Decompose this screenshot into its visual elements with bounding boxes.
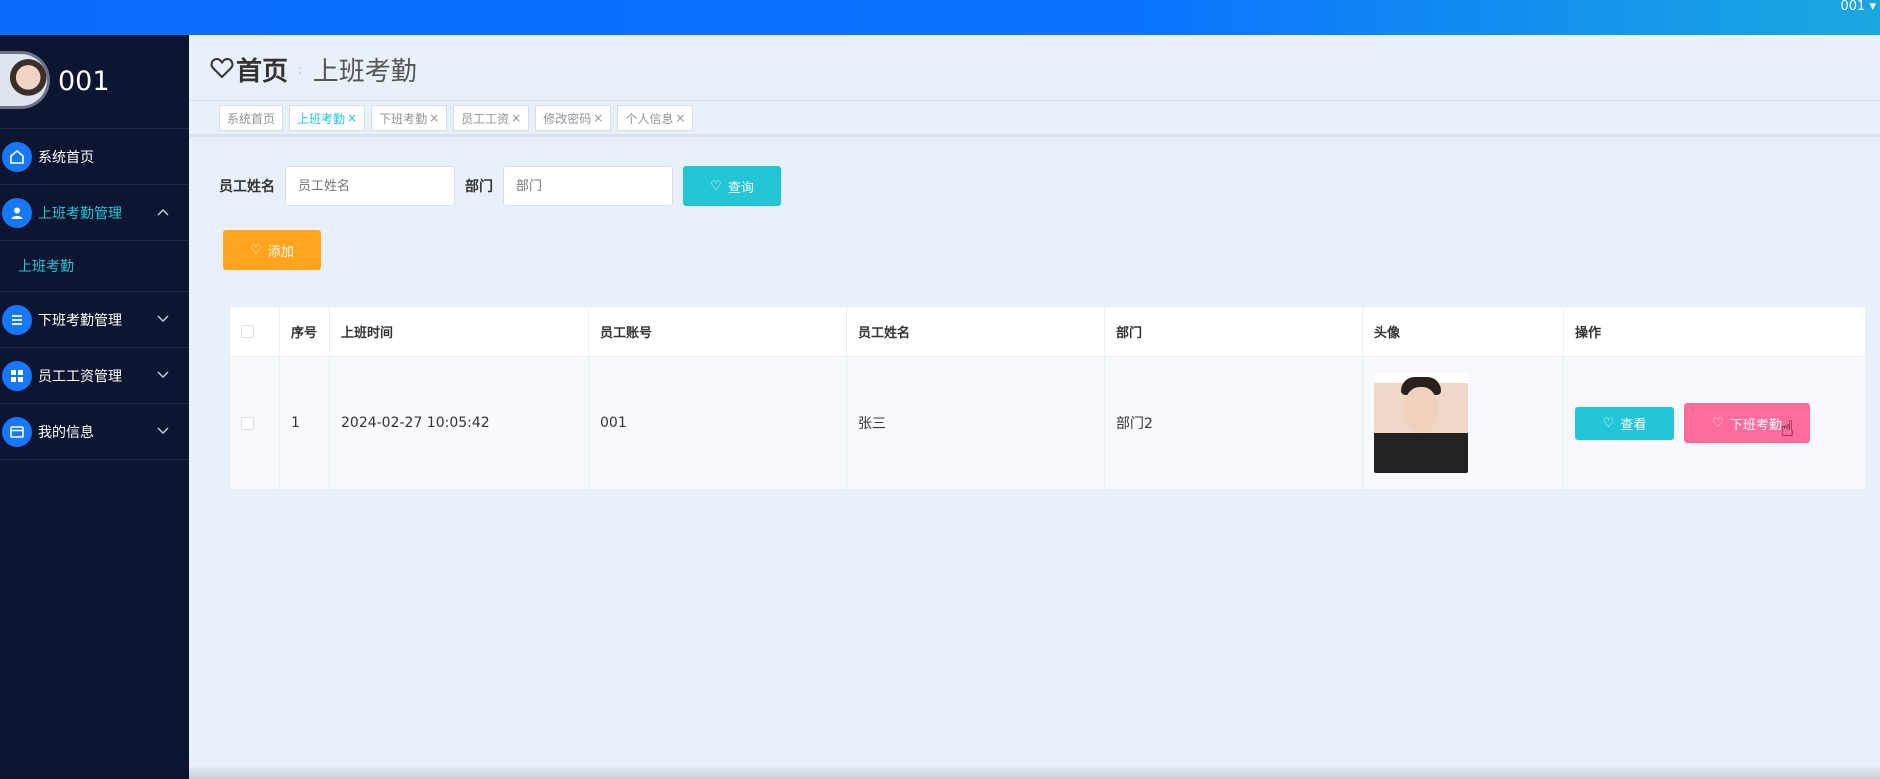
close-icon[interactable]: × bbox=[675, 111, 685, 125]
close-icon[interactable]: × bbox=[429, 111, 439, 125]
sidebar: 001 系统首页 上班考勤管理 上班考勤 下班考勤管理 员工工资管理 我的信息 bbox=[0, 35, 189, 779]
tab-checkin[interactable]: 上班考勤 × bbox=[289, 105, 366, 131]
breadcrumb: 首页 : 上班考勤 bbox=[210, 51, 417, 88]
query-button[interactable]: ♡ 查询 bbox=[683, 166, 781, 206]
employee-account: 001 bbox=[589, 357, 847, 489]
sidebar-item-home[interactable]: 系统首页 bbox=[0, 129, 189, 185]
tab-label: 上班考勤 bbox=[297, 111, 346, 126]
row-select-cell bbox=[230, 357, 280, 489]
table-header: 序号 上班时间 员工账号 员工姓名 部门 头像 操作 bbox=[230, 307, 1865, 357]
close-icon[interactable]: × bbox=[511, 111, 521, 125]
list-icon bbox=[2, 304, 32, 335]
close-icon[interactable]: × bbox=[347, 111, 357, 125]
tab-personal-info[interactable]: 个人信息 × bbox=[617, 105, 694, 131]
photo-face bbox=[1404, 387, 1438, 433]
view-button[interactable]: ♡ 查看 bbox=[1575, 406, 1674, 440]
query-button-label: 查询 bbox=[727, 180, 754, 196]
breadcrumb-current: 上班考勤 bbox=[312, 57, 417, 87]
heart-icon bbox=[210, 57, 234, 83]
add-button-label: 添加 bbox=[267, 244, 294, 260]
heart-icon: ♡ bbox=[1712, 415, 1724, 431]
tab-label: 员工工资 bbox=[461, 111, 510, 126]
sidebar-item-salary-management[interactable]: 员工工资管理 bbox=[0, 348, 189, 404]
search-form: 员工姓名 部门 ♡ 查询 bbox=[219, 166, 781, 206]
chevron-down-icon bbox=[157, 424, 169, 438]
sidebar-subitem-checkin[interactable]: 上班考勤 bbox=[0, 241, 189, 292]
main-content: 首页 : 上班考勤 系统首页 上班考勤 × 下班考勤 × 员工工资 × 修改密码 × 个… bbox=[189, 35, 1880, 779]
profile-name: 001 bbox=[58, 66, 110, 97]
checkout-button-label: 下班考勤 bbox=[1729, 417, 1782, 433]
table-row: 1 2024-02-27 10:05:42 001 张三 部门2 ♡ 查看 ♡ … bbox=[230, 357, 1865, 489]
tab-label: 系统首页 bbox=[227, 111, 276, 126]
hand-cursor-icon: ☝ bbox=[1780, 417, 1794, 442]
department: 部门2 bbox=[1105, 357, 1363, 489]
actions-cell: ♡ 查看 ♡ 下班考勤 ☝ bbox=[1564, 357, 1865, 489]
row-checkbox[interactable] bbox=[241, 416, 254, 430]
user-icon bbox=[2, 197, 32, 228]
grid-icon bbox=[2, 360, 32, 391]
sidebar-item-label: 员工工资管理 bbox=[38, 368, 122, 385]
sidebar-item-my-info[interactable]: 我的信息 bbox=[0, 404, 189, 460]
header-cell: 头像 bbox=[1363, 307, 1564, 356]
header-cell: 员工账号 bbox=[589, 307, 847, 356]
sidebar-item-checkin-management[interactable]: 上班考勤管理 bbox=[0, 185, 189, 241]
tab-label: 下班考勤 bbox=[379, 111, 428, 126]
select-all-cell bbox=[230, 307, 280, 356]
row-index: 1 bbox=[280, 357, 330, 489]
card-icon bbox=[2, 416, 32, 447]
header-cell: 部门 bbox=[1105, 307, 1363, 356]
tab-system-home[interactable]: 系统首页 bbox=[219, 105, 284, 131]
header-cell: 序号 bbox=[280, 307, 330, 356]
tab-salary[interactable]: 员工工资 × bbox=[453, 105, 530, 131]
avatar-cell bbox=[1363, 357, 1564, 489]
chevron-up-icon bbox=[157, 205, 169, 219]
tab-label: 修改密码 bbox=[543, 111, 592, 126]
employee-name: 张三 bbox=[847, 357, 1105, 489]
department-label: 部门 bbox=[465, 179, 493, 195]
sidebar-item-label: 系统首页 bbox=[38, 149, 94, 166]
divider bbox=[189, 134, 1880, 137]
heart-icon: ♡ bbox=[710, 178, 722, 194]
tab-label: 个人信息 bbox=[625, 111, 674, 126]
employee-photo bbox=[1374, 373, 1468, 473]
heart-icon: ♡ bbox=[1602, 415, 1615, 431]
employee-name-label: 员工姓名 bbox=[219, 179, 275, 195]
chevron-down-icon bbox=[157, 368, 169, 382]
sidebar-item-label: 上班考勤管理 bbox=[38, 205, 122, 222]
top-bar: 001 ▾ bbox=[0, 0, 1880, 35]
bottom-edge bbox=[189, 765, 1880, 779]
divider bbox=[189, 100, 1880, 101]
tab-change-password[interactable]: 修改密码 × bbox=[535, 105, 612, 131]
header-cell: 上班时间 bbox=[330, 307, 589, 356]
breadcrumb-home[interactable]: 首页 bbox=[236, 51, 288, 88]
tab-checkout[interactable]: 下班考勤 × bbox=[371, 105, 448, 131]
add-button[interactable]: ♡ 添加 bbox=[223, 230, 321, 270]
sidebar-item-label: 下班考勤管理 bbox=[38, 312, 122, 329]
checkout-button[interactable]: ♡ 下班考勤 ☝ bbox=[1684, 403, 1810, 443]
data-table: 序号 上班时间 员工账号 员工姓名 部门 头像 操作 1 2024-02-27 … bbox=[229, 306, 1866, 490]
header-cell: 操作 bbox=[1575, 326, 1602, 341]
heart-icon: ♡ bbox=[250, 242, 262, 258]
user-menu[interactable]: 001 ▾ bbox=[1841, 0, 1876, 14]
close-icon[interactable]: × bbox=[593, 111, 603, 125]
department-input[interactable] bbox=[503, 166, 673, 206]
sidebar-item-checkout-management[interactable]: 下班考勤管理 bbox=[0, 292, 189, 348]
tab-bar: 系统首页 上班考勤 × 下班考勤 × 员工工资 × 修改密码 × 个人信息 × bbox=[219, 105, 699, 131]
home-icon bbox=[2, 141, 32, 172]
select-all-checkbox[interactable] bbox=[241, 325, 254, 338]
breadcrumb-separator: : bbox=[298, 61, 303, 78]
avatar bbox=[0, 51, 50, 109]
chevron-down-icon bbox=[157, 312, 169, 326]
profile: 001 bbox=[0, 35, 189, 129]
employee-name-input[interactable] bbox=[285, 166, 455, 206]
header-cell: 员工姓名 bbox=[847, 307, 1105, 356]
sidebar-item-label: 我的信息 bbox=[38, 424, 94, 441]
checkin-time: 2024-02-27 10:05:42 bbox=[330, 357, 589, 489]
view-button-label: 查看 bbox=[1620, 417, 1647, 433]
